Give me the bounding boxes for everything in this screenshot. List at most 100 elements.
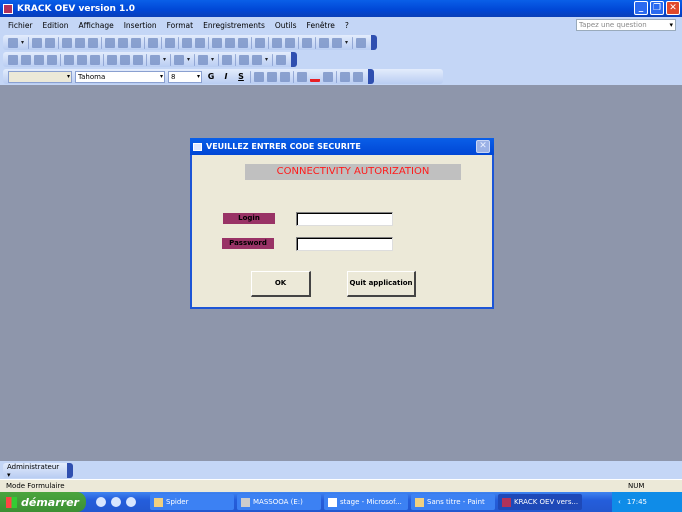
paste-icon[interactable] bbox=[131, 37, 141, 48]
undo-icon[interactable] bbox=[148, 37, 158, 48]
align-center-icon[interactable] bbox=[267, 71, 277, 82]
password-input[interactable] bbox=[296, 237, 393, 251]
help-icon[interactable] bbox=[276, 54, 286, 65]
open-icon[interactable] bbox=[21, 54, 31, 65]
sort-asc-icon[interactable] bbox=[182, 37, 192, 48]
start-button[interactable]: démarrer bbox=[0, 492, 86, 512]
filter-selection-icon[interactable] bbox=[212, 37, 222, 48]
find-icon[interactable] bbox=[255, 37, 265, 48]
undo-icon[interactable] bbox=[150, 54, 160, 65]
apply-filter-icon[interactable] bbox=[238, 37, 248, 48]
menu-edition[interactable]: Edition bbox=[43, 21, 69, 30]
print-icon[interactable] bbox=[64, 54, 74, 65]
separator bbox=[208, 36, 209, 49]
internet-explorer-icon[interactable] bbox=[111, 497, 121, 507]
underline-button[interactable]: S bbox=[235, 72, 247, 81]
dropdown-arrow-icon[interactable]: ▾ bbox=[265, 55, 269, 65]
menu-help[interactable]: ? bbox=[345, 21, 349, 30]
ask-question-input[interactable]: Tapez une question ▾ bbox=[576, 19, 676, 31]
new-icon[interactable] bbox=[8, 54, 18, 65]
properties-icon[interactable] bbox=[302, 37, 312, 48]
paste-icon[interactable] bbox=[133, 54, 143, 65]
font-size-select[interactable]: 8 ▾ bbox=[168, 70, 202, 83]
media-player-icon[interactable] bbox=[126, 497, 136, 507]
ok-button[interactable]: OK bbox=[251, 271, 311, 297]
bold-button[interactable]: G bbox=[205, 72, 217, 81]
align-left-icon[interactable] bbox=[254, 71, 264, 82]
task-paint[interactable]: Sans titre - Paint bbox=[411, 494, 495, 510]
search-file-icon[interactable] bbox=[47, 54, 57, 65]
window-titlebar: KRACK OEV version 1.0 _ ❐ ✕ bbox=[0, 0, 682, 17]
toolbar-options-icon[interactable] bbox=[67, 463, 73, 478]
administrateur-menu[interactable]: Administrateur ▾ bbox=[7, 463, 62, 479]
office-links-icon[interactable] bbox=[174, 54, 184, 65]
print-preview-icon[interactable] bbox=[75, 37, 85, 48]
new-object-icon[interactable] bbox=[252, 54, 262, 65]
copy-icon[interactable] bbox=[120, 54, 130, 65]
separator bbox=[101, 36, 102, 49]
menu-format[interactable]: Format bbox=[167, 21, 193, 30]
align-right-icon[interactable] bbox=[280, 71, 290, 82]
task-krack-oev[interactable]: KRACK OEV vers... bbox=[498, 494, 582, 510]
view-icon[interactable] bbox=[8, 37, 18, 48]
new-record-icon[interactable] bbox=[272, 37, 282, 48]
menu-insertion[interactable]: Insertion bbox=[124, 21, 157, 30]
spelling-icon[interactable] bbox=[90, 54, 100, 65]
new-object-icon[interactable] bbox=[332, 37, 342, 48]
print-icon[interactable] bbox=[62, 37, 72, 48]
properties-icon[interactable] bbox=[222, 54, 232, 65]
dropdown-arrow-icon[interactable]: ▾ bbox=[187, 55, 191, 65]
menu-fichier[interactable]: Fichier bbox=[8, 21, 33, 30]
login-input[interactable] bbox=[296, 212, 393, 226]
desktop-icon[interactable] bbox=[96, 497, 106, 507]
close-button[interactable]: ✕ bbox=[666, 1, 680, 15]
analyze-icon[interactable] bbox=[198, 54, 208, 65]
toolbar-options-icon[interactable] bbox=[368, 69, 374, 84]
search-file-icon[interactable] bbox=[45, 37, 55, 48]
special-effect-icon[interactable] bbox=[353, 71, 363, 82]
relationships-icon[interactable] bbox=[239, 54, 249, 65]
object-select[interactable]: ▾ bbox=[8, 70, 72, 83]
minimize-button[interactable]: _ bbox=[634, 1, 648, 15]
help-icon[interactable] bbox=[356, 37, 366, 48]
tray-expand-icon[interactable]: ‹ bbox=[618, 498, 621, 506]
toolbar-options-icon[interactable] bbox=[371, 35, 377, 50]
font-select[interactable]: Tahoma ▾ bbox=[75, 70, 165, 83]
font-color-icon[interactable] bbox=[310, 72, 320, 82]
fill-color-icon[interactable] bbox=[297, 71, 307, 82]
database-window-icon[interactable] bbox=[319, 37, 329, 48]
italic-button[interactable]: I bbox=[220, 72, 232, 81]
toolbar-options-icon[interactable] bbox=[291, 52, 297, 67]
chevron-down-icon[interactable]: ▾ bbox=[669, 20, 673, 30]
delete-record-icon[interactable] bbox=[285, 37, 295, 48]
dropdown-arrow-icon[interactable]: ▾ bbox=[21, 38, 25, 48]
dropdown-arrow-icon[interactable]: ▾ bbox=[345, 38, 349, 48]
cut-icon[interactable] bbox=[107, 54, 117, 65]
print-preview-icon[interactable] bbox=[77, 54, 87, 65]
separator bbox=[251, 36, 252, 49]
menu-affichage[interactable]: Affichage bbox=[78, 21, 113, 30]
restore-button[interactable]: ❐ bbox=[650, 1, 664, 15]
save-icon[interactable] bbox=[32, 37, 42, 48]
cut-icon[interactable] bbox=[105, 37, 115, 48]
ask-question-placeholder: Tapez une question bbox=[579, 21, 647, 29]
copy-icon[interactable] bbox=[118, 37, 128, 48]
spelling-icon[interactable] bbox=[88, 37, 98, 48]
quit-application-button[interactable]: Quit application bbox=[347, 271, 416, 297]
hyperlink-icon[interactable] bbox=[165, 37, 175, 48]
sort-desc-icon[interactable] bbox=[195, 37, 205, 48]
task-stage-word[interactable]: stage - Microsof... bbox=[324, 494, 408, 510]
dropdown-arrow-icon[interactable]: ▾ bbox=[211, 55, 215, 65]
menu-fenetre[interactable]: Fenêtre bbox=[307, 21, 335, 30]
task-spider[interactable]: Spider bbox=[150, 494, 234, 510]
menu-enregistrements[interactable]: Enregistrements bbox=[203, 21, 265, 30]
font-value: Tahoma bbox=[78, 72, 106, 81]
filter-form-icon[interactable] bbox=[225, 37, 235, 48]
dropdown-arrow-icon[interactable]: ▾ bbox=[163, 55, 167, 65]
save-icon[interactable] bbox=[34, 54, 44, 65]
task-massooa[interactable]: MASSOOA (E:) bbox=[237, 494, 321, 510]
line-width-icon[interactable] bbox=[340, 71, 350, 82]
line-color-icon[interactable] bbox=[323, 71, 333, 82]
menu-outils[interactable]: Outils bbox=[275, 21, 297, 30]
dialog-close-button[interactable]: ✕ bbox=[476, 140, 490, 153]
